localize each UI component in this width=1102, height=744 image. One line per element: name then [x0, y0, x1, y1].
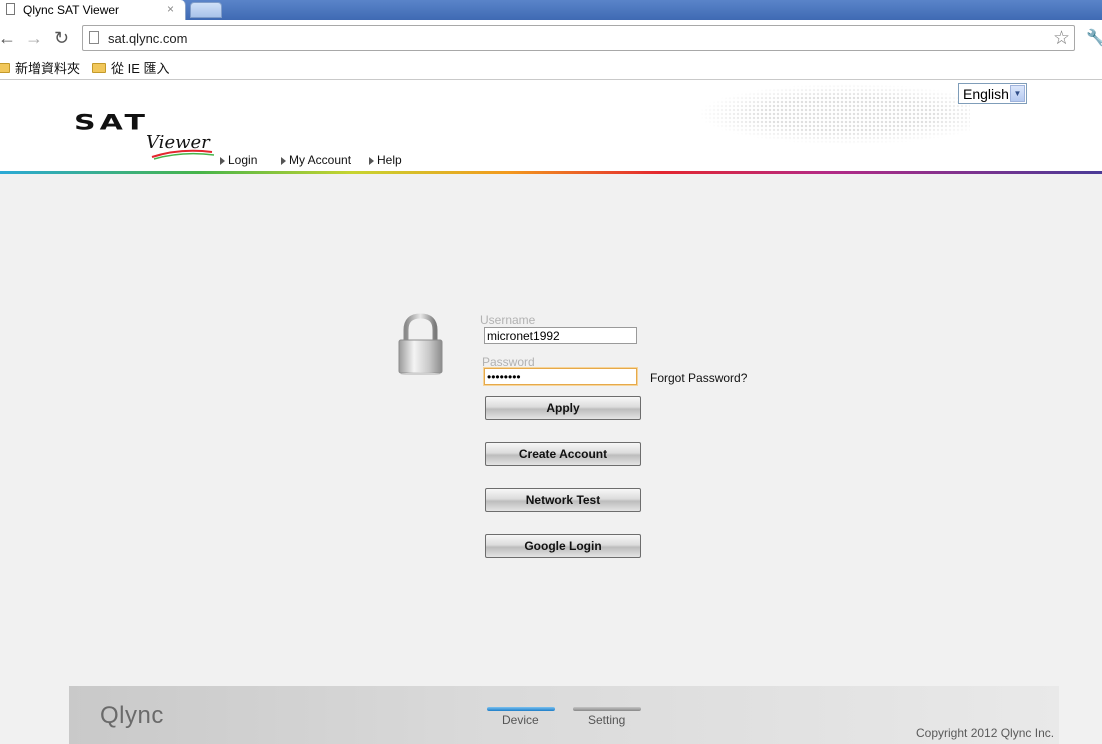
chevron-down-icon: ▼: [1010, 85, 1025, 102]
tab-setting-indicator[interactable]: [573, 707, 641, 711]
footer: Qlync Device Setting Copyright 2012 Qlyn…: [69, 686, 1059, 744]
language-select[interactable]: English ▼: [958, 83, 1027, 104]
network-test-button[interactable]: Network Test: [485, 488, 641, 512]
nav-login[interactable]: Login: [220, 153, 257, 167]
logo-swoosh-icon: [151, 149, 215, 160]
reload-icon[interactable]: ↻: [54, 28, 69, 48]
tab-device-indicator[interactable]: [487, 707, 555, 711]
browser-tabstrip: Qlync SAT Viewer ×: [0, 0, 1102, 20]
tab-title: Qlync SAT Viewer: [23, 3, 120, 17]
nav-help[interactable]: Help: [369, 153, 402, 167]
tab-close-icon[interactable]: ×: [167, 2, 174, 16]
nav-my-account[interactable]: My Account: [281, 153, 351, 167]
sat-logo: SAT: [74, 110, 149, 136]
browser-tab[interactable]: Qlync SAT Viewer ×: [0, 0, 186, 20]
copyright-text: Copyright 2012 Qlync Inc.: [916, 726, 1055, 740]
triangle-right-icon: [281, 157, 286, 165]
folder-icon: [92, 62, 106, 73]
new-tab-button[interactable]: [190, 2, 222, 18]
world-map-graphic: [700, 84, 970, 144]
language-value: English: [963, 86, 1009, 102]
qlync-logo: Qlync: [100, 702, 164, 729]
back-arrow-icon[interactable]: ←: [0, 28, 16, 48]
triangle-right-icon: [220, 157, 225, 165]
google-login-button[interactable]: Google Login: [485, 534, 641, 558]
folder-icon: [0, 62, 10, 73]
password-label: Password: [482, 355, 535, 369]
bookmark-folder-new[interactable]: 新增資料夾: [0, 58, 80, 77]
username-input[interactable]: [484, 327, 637, 344]
bookmark-label: 新增資料夾: [15, 61, 81, 76]
bookmark-star-icon[interactable]: ☆: [1053, 27, 1070, 50]
page-icon: [89, 31, 99, 44]
bookmark-folder-ie-import[interactable]: 從 IE 匯入: [92, 58, 170, 77]
site-header: SAT Viewer English ▼ Login My Account He…: [0, 80, 1102, 172]
header-divider: [0, 171, 1102, 174]
browser-toolbar: ← → ↻ sat.qlync.com ☆ 🔧: [0, 20, 1102, 56]
forward-arrow-icon[interactable]: →: [25, 28, 43, 48]
tab-setting[interactable]: Setting: [588, 713, 625, 727]
triangle-right-icon: [369, 157, 374, 165]
password-input[interactable]: [484, 368, 637, 385]
lock-icon: [398, 313, 443, 375]
nav-label: Login: [228, 153, 258, 167]
tab-device[interactable]: Device: [502, 713, 539, 727]
page-icon: [6, 3, 15, 15]
wrench-icon[interactable]: 🔧: [1086, 28, 1102, 48]
apply-button[interactable]: Apply: [485, 396, 641, 420]
nav-label: My Account: [289, 153, 352, 167]
username-label: Username: [480, 313, 536, 327]
address-url: sat.qlync.com: [108, 31, 188, 46]
bookmark-label: 從 IE 匯入: [111, 61, 170, 76]
bookmarks-bar: 新增資料夾 從 IE 匯入: [0, 56, 1102, 80]
nav-label: Help: [377, 153, 402, 167]
create-account-button[interactable]: Create Account: [485, 442, 641, 466]
forgot-password-link[interactable]: Forgot Password?: [650, 371, 747, 385]
address-bar[interactable]: sat.qlync.com ☆: [82, 25, 1075, 51]
